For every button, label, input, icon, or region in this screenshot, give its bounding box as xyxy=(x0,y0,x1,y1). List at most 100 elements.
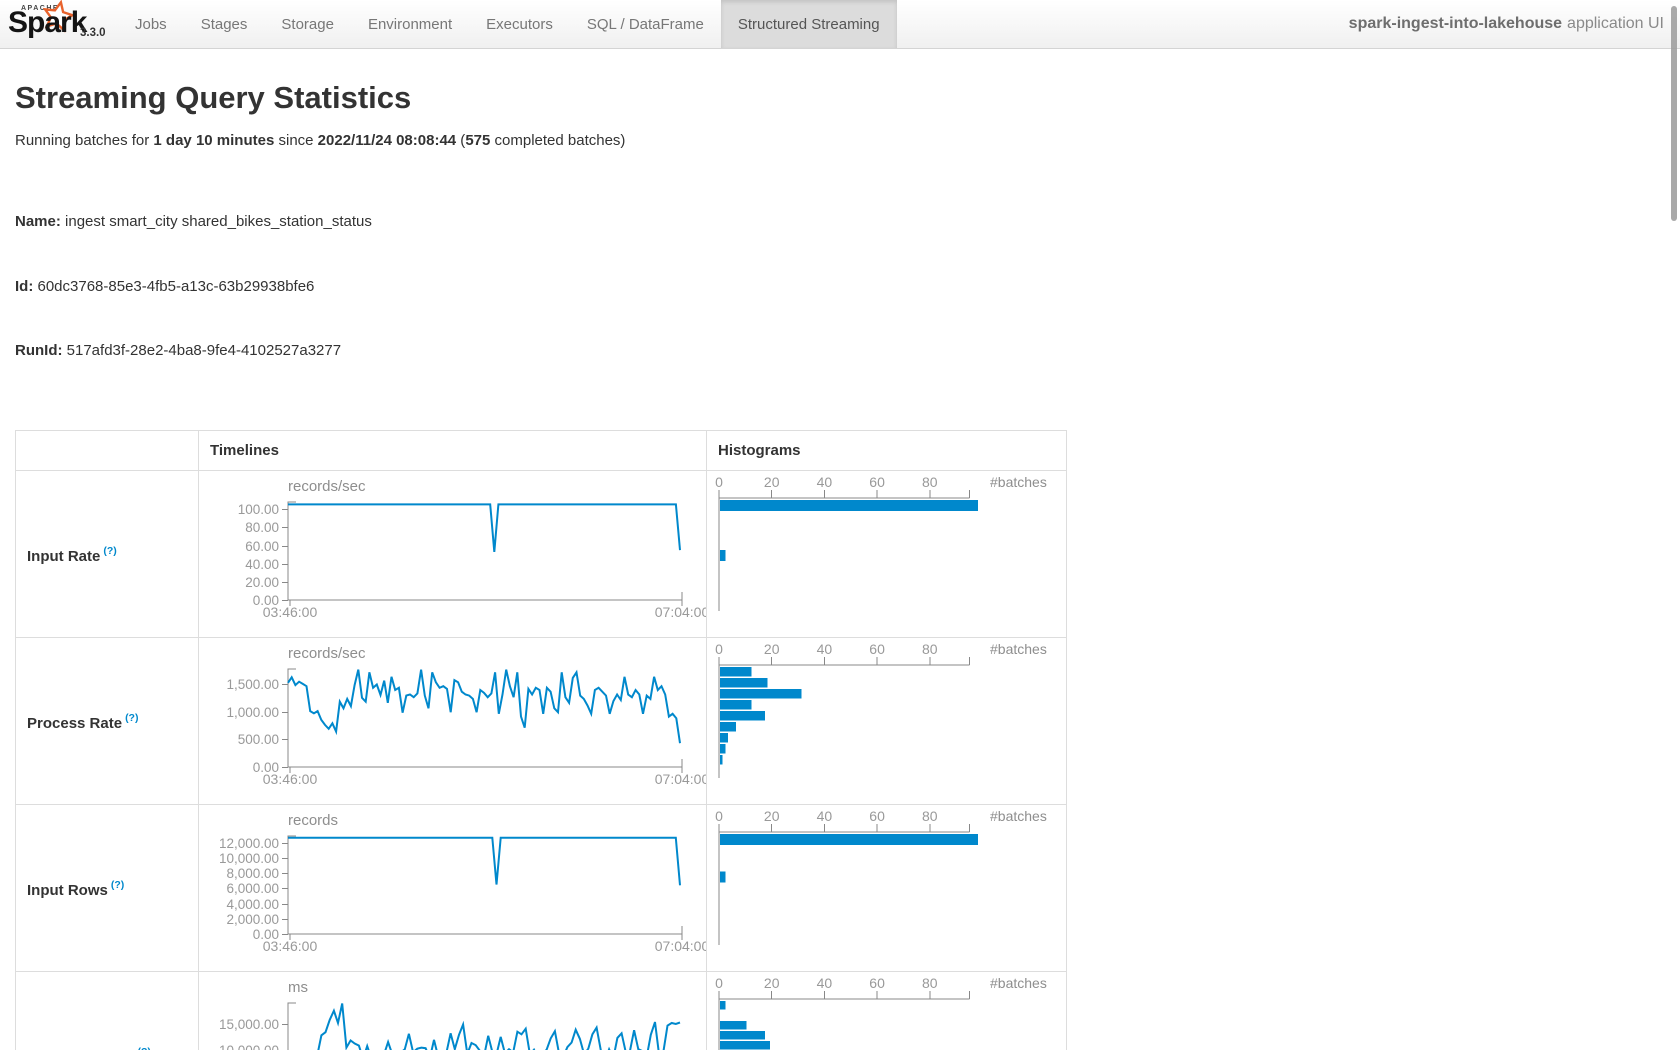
scrollbar-thumb[interactable] xyxy=(1671,6,1677,221)
svg-text:8,000.00: 8,000.00 xyxy=(226,866,279,881)
header-timelines: Timelines xyxy=(198,431,706,470)
process-rate-label-cell: Process Rate (?) xyxy=(16,638,198,809)
input-rate-timeline-cell: records/sec0.0020.0040.0060.0080.00100.0… xyxy=(198,471,706,642)
svg-text:20: 20 xyxy=(764,808,780,824)
tab-storage[interactable]: Storage xyxy=(264,0,351,48)
query-id-value: 60dc3768-85e3-4fb5-a13c-63b29938bfe6 xyxy=(33,278,314,295)
tab-executors[interactable]: Executors xyxy=(469,0,570,48)
svg-text:07:04:00: 07:04:00 xyxy=(655,938,707,954)
svg-text:12,000.00: 12,000.00 xyxy=(219,836,279,851)
batch-duration-histogram-chart: 020406080#batches xyxy=(707,972,1065,1050)
running-suffix: completed batches) xyxy=(490,132,625,149)
input-rate-help-link[interactable]: (?) xyxy=(103,545,116,557)
query-id-line: Id: 60dc3768-85e3-4fb5-a13c-63b29938bfe6 xyxy=(15,276,1665,298)
header-histograms: Histograms xyxy=(706,431,1066,470)
svg-text:15,000.00: 15,000.00 xyxy=(219,1017,279,1032)
svg-text:1,500.00: 1,500.00 xyxy=(226,677,279,692)
svg-text:0: 0 xyxy=(715,808,723,824)
nav-tabs: Jobs Stages Storage Environment Executor… xyxy=(118,0,897,48)
running-duration: 1 day 10 minutes xyxy=(153,132,274,149)
svg-text:ms: ms xyxy=(288,979,308,996)
svg-text:500.00: 500.00 xyxy=(238,732,279,747)
query-id-label: Id: xyxy=(15,278,33,295)
svg-text:0: 0 xyxy=(715,474,723,490)
svg-text:80.00: 80.00 xyxy=(245,520,279,535)
completed-batches-count: 575 xyxy=(465,132,490,149)
svg-text:80: 80 xyxy=(922,474,938,490)
spark-logo: APACHE Spark 3.3.0 xyxy=(0,0,118,48)
batch-duration-histogram-cell: 020406080#batches xyxy=(706,972,1066,1050)
svg-text:40: 40 xyxy=(817,641,833,657)
svg-text:records/sec: records/sec xyxy=(288,645,366,662)
svg-text:60: 60 xyxy=(869,808,885,824)
svg-text:03:46:00: 03:46:00 xyxy=(263,938,318,954)
svg-text:40: 40 xyxy=(817,975,833,991)
svg-text:#batches: #batches xyxy=(990,808,1047,824)
svg-text:records: records xyxy=(288,812,338,829)
svg-text:40: 40 xyxy=(817,474,833,490)
svg-text:#batches: #batches xyxy=(990,641,1047,657)
svg-text:4,000.00: 4,000.00 xyxy=(226,897,279,912)
input-rate-timeline-chart: records/sec0.0020.0040.0060.0080.00100.0… xyxy=(199,471,707,637)
batch-duration-row: Batch Duration (?) ms0.005,000.0010,000.… xyxy=(16,972,1066,1050)
svg-text:100.00: 100.00 xyxy=(238,502,279,517)
svg-text:6,000.00: 6,000.00 xyxy=(226,881,279,896)
svg-text:20.00: 20.00 xyxy=(245,575,279,590)
query-name-line: Name: ingest smart_city shared_bikes_sta… xyxy=(15,211,1665,233)
svg-text:0: 0 xyxy=(715,975,723,991)
query-name-label: Name: xyxy=(15,213,61,230)
input-rate-label: Input Rate xyxy=(27,548,100,565)
streaming-stats-table: Timelines Histograms Input Rate (?) reco… xyxy=(15,430,1067,1050)
svg-text:40.00: 40.00 xyxy=(245,557,279,572)
svg-text:60.00: 60.00 xyxy=(245,539,279,554)
process-rate-timeline-cell: records/sec0.00500.001,000.001,500.0003:… xyxy=(198,638,706,809)
svg-text:07:04:00: 07:04:00 xyxy=(655,771,707,787)
running-paren: ( xyxy=(456,132,465,149)
batch-duration-help-link[interactable]: (?) xyxy=(138,1046,151,1050)
input-rate-row: Input Rate (?) records/sec0.0020.0040.00… xyxy=(16,471,1066,638)
process-rate-help-link[interactable]: (?) xyxy=(125,712,138,724)
svg-text:80: 80 xyxy=(922,808,938,824)
running-mid: since xyxy=(274,132,317,149)
tab-structured-streaming[interactable]: Structured Streaming xyxy=(721,0,897,48)
svg-text:2,000.00: 2,000.00 xyxy=(226,912,279,927)
input-rate-histogram-chart: 020406080#batches xyxy=(707,471,1065,637)
tab-stages[interactable]: Stages xyxy=(184,0,265,48)
process-rate-histogram-chart: 020406080#batches xyxy=(707,638,1065,804)
input-rate-histogram-cell: 020406080#batches xyxy=(706,471,1066,642)
process-rate-label: Process Rate xyxy=(27,715,122,732)
input-rows-histogram-cell: 0 20 40 60 80 #batches xyxy=(706,805,1066,976)
svg-text:60: 60 xyxy=(869,474,885,490)
svg-text:20: 20 xyxy=(764,474,780,490)
svg-text:#batches: #batches xyxy=(990,975,1047,991)
batch-duration-label-cell: Batch Duration (?) xyxy=(16,972,198,1050)
query-name-value: ingest smart_city shared_bikes_station_s… xyxy=(61,213,372,230)
svg-text:40: 40 xyxy=(817,808,833,824)
svg-text:20: 20 xyxy=(764,975,780,991)
tab-jobs[interactable]: Jobs xyxy=(118,0,184,48)
svg-text:0: 0 xyxy=(715,641,723,657)
page-title: Streaming Query Statistics xyxy=(15,79,1665,117)
svg-text:records/sec: records/sec xyxy=(288,478,366,495)
svg-text:03:46:00: 03:46:00 xyxy=(263,604,318,620)
application-name: spark-ingest-into-lakehouse application … xyxy=(1349,0,1664,48)
svg-text:07:04:00: 07:04:00 xyxy=(655,604,707,620)
input-rows-histogram-chart: 0 20 40 60 80 #batches xyxy=(707,805,1065,971)
process-rate-timeline-chart: records/sec0.00500.001,000.001,500.0003:… xyxy=(199,638,707,804)
input-rows-timeline-chart: records0.002,000.004,000.006,000.008,000… xyxy=(199,805,707,971)
spark-wordmark: Spark xyxy=(8,6,86,40)
input-rows-help-link[interactable]: (?) xyxy=(111,879,124,891)
query-metadata: Name: ingest smart_city shared_bikes_sta… xyxy=(15,168,1665,405)
tab-sql-dataframe[interactable]: SQL / DataFrame xyxy=(570,0,721,48)
process-rate-histogram-cell: 020406080#batches xyxy=(706,638,1066,809)
running-prefix: Running batches for xyxy=(15,132,153,149)
stats-table-header: Timelines Histograms xyxy=(16,431,1066,471)
tab-environment[interactable]: Environment xyxy=(351,0,469,48)
svg-text:80: 80 xyxy=(922,975,938,991)
input-rows-label-cell: Input Rows (?) xyxy=(16,805,198,976)
process-rate-row: Process Rate (?) records/sec0.00500.001,… xyxy=(16,638,1066,805)
svg-text:10,000.00: 10,000.00 xyxy=(219,851,279,866)
input-rows-timeline-cell: records0.002,000.004,000.006,000.008,000… xyxy=(198,805,706,976)
spark-version: 3.3.0 xyxy=(80,27,106,39)
batch-duration-timeline-cell: ms0.005,000.0010,000.0015,000.0003:46:00… xyxy=(198,972,706,1050)
